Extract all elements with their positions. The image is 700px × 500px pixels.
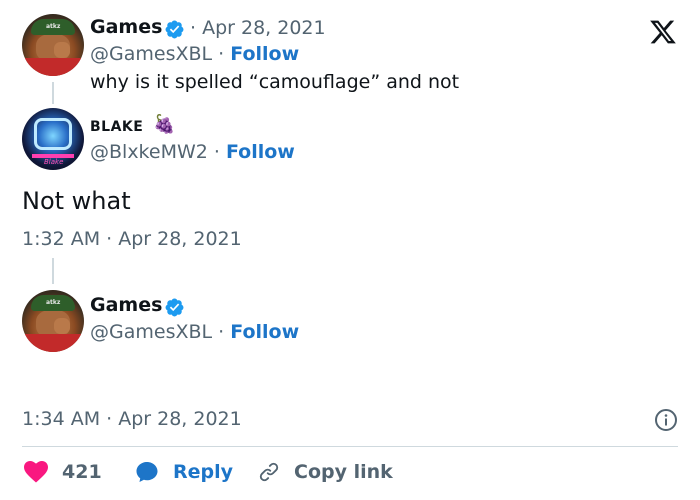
follow-button[interactable]: Follow	[226, 141, 295, 163]
divider	[22, 446, 678, 447]
handle-text[interactable]: @BlxkeMW2 ·	[90, 141, 220, 163]
author-handle: @GamesXBL · Follow	[90, 43, 299, 65]
reply-label: Reply	[173, 461, 234, 483]
heart-icon	[24, 461, 48, 483]
tweet-timestamp[interactable]: 1:32 AM · Apr 28, 2021	[22, 228, 242, 250]
handle-text[interactable]: @GamesXBL ·	[90, 43, 224, 65]
link-icon	[259, 462, 279, 482]
handle-text[interactable]: @GamesXBL ·	[90, 321, 224, 343]
reply-button[interactable]: Reply	[135, 458, 233, 486]
author-name[interactable]: Games	[90, 294, 162, 316]
avatar[interactable]: Blake	[22, 108, 84, 170]
author-name[interactable]: BLAKE	[90, 119, 143, 135]
author-handle: @BlxkeMW2 · Follow	[90, 141, 295, 163]
tweet-timestamp[interactable]: 1:34 AM · Apr 28, 2021	[22, 408, 242, 430]
info-icon[interactable]	[654, 408, 678, 432]
follow-button[interactable]: Follow	[230, 43, 299, 65]
thread-line	[52, 258, 54, 284]
x-logo-icon[interactable]	[648, 18, 678, 46]
tweet-text: why is it spelled “camouflage” and not	[90, 71, 460, 93]
author-handle: @GamesXBL · Follow	[90, 321, 299, 343]
copy-link-label: Copy link	[294, 461, 393, 483]
verified-badge-icon	[165, 20, 184, 39]
tweet-body: Not what	[22, 187, 131, 215]
avatar[interactable]: atkz	[22, 290, 84, 352]
author-name[interactable]: Games	[90, 16, 162, 38]
tweet-date[interactable]: · Apr 28, 2021	[190, 17, 326, 39]
verified-badge-icon	[165, 298, 184, 317]
copy-link-button[interactable]: Copy link	[258, 458, 393, 486]
avatar[interactable]: atkz	[22, 14, 84, 76]
like-count: 421	[62, 461, 102, 483]
like-button[interactable]: 421	[24, 458, 102, 486]
follow-button[interactable]: Follow	[230, 321, 299, 343]
reply-bubble-icon	[136, 462, 158, 482]
thread-line	[52, 82, 54, 104]
grapes-emoji-icon: 🍇	[153, 114, 176, 135]
